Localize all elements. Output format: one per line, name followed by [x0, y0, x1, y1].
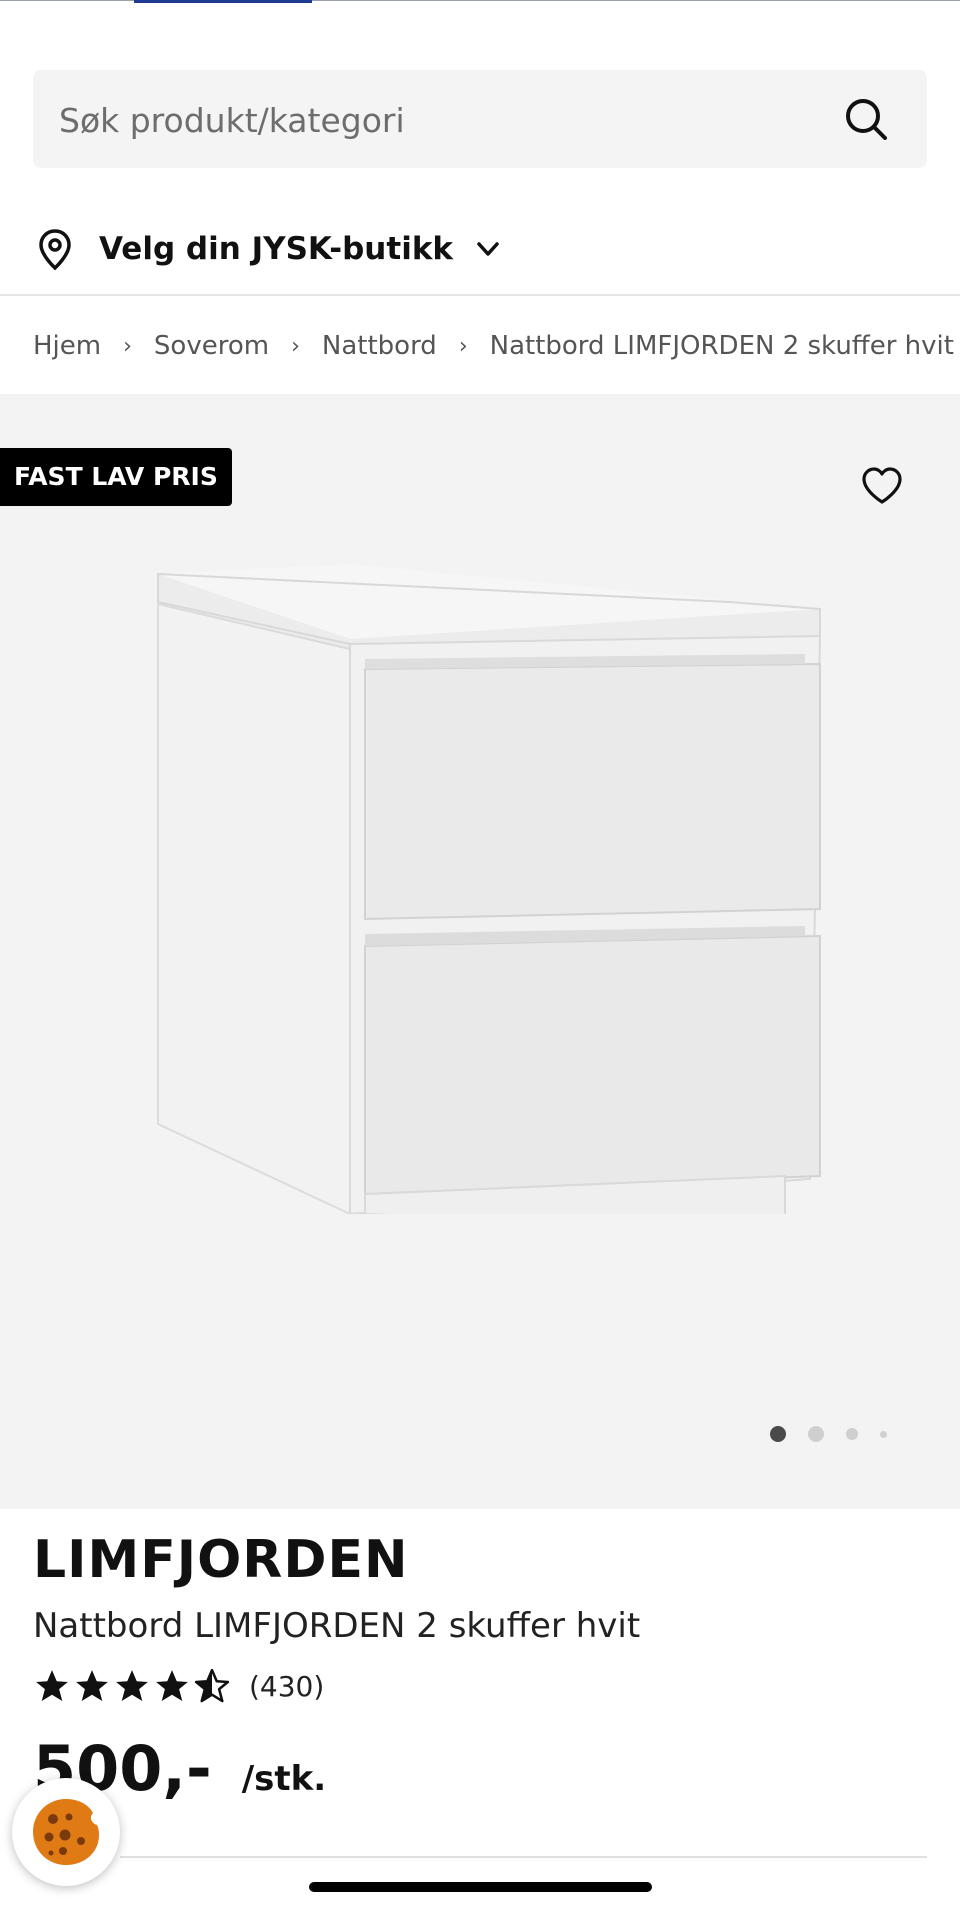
carousel-indicators[interactable]	[770, 1426, 909, 1442]
star-filled-icon	[156, 1670, 188, 1702]
store-selector-label: Velg din JYSK-butikk	[99, 231, 454, 267]
cookie-settings-button[interactable]	[12, 1778, 120, 1886]
product-gallery[interactable]: FAST LAV PRIS	[0, 394, 960, 1509]
carousel-dot[interactable]	[770, 1426, 786, 1442]
breadcrumb-item-soverom[interactable]: Soverom	[154, 331, 269, 361]
breadcrumb-item-nattbord[interactable]: Nattbord	[322, 331, 437, 361]
home-indicator	[309, 1882, 652, 1892]
cookie-icon	[33, 1799, 99, 1865]
search-bar[interactable]	[33, 70, 927, 170]
chevron-down-icon	[477, 242, 499, 256]
location-pin-icon	[39, 229, 71, 271]
price-badge: FAST LAV PRIS	[0, 448, 232, 506]
heart-outline-icon[interactable]	[860, 464, 904, 508]
breadcrumb-separator-icon: ›	[458, 333, 468, 359]
carousel-dot[interactable]	[808, 1426, 824, 1442]
breadcrumb-separator-icon: ›	[291, 333, 300, 359]
product-image	[157, 564, 822, 1214]
price-unit: /stk.	[241, 1759, 327, 1799]
product-rating[interactable]: (430)	[33, 1666, 324, 1706]
star-filled-icon	[36, 1670, 68, 1702]
carousel-dot[interactable]	[846, 1428, 858, 1440]
store-selector[interactable]: Velg din JYSK-butikk	[33, 222, 503, 276]
breadcrumb-item-home[interactable]: Hjem	[33, 331, 101, 361]
rating-count: (430)	[249, 1669, 325, 1703]
breadcrumb-separator-icon: ›	[123, 333, 132, 359]
star-filled-icon	[76, 1670, 108, 1702]
star-half-icon	[194, 1668, 230, 1703]
product-brand: LIMFJORDEN	[33, 1530, 409, 1590]
search-input[interactable]	[57, 70, 821, 170]
active-tab-indicator	[134, 0, 312, 3]
section-divider	[0, 294, 960, 296]
section-divider	[120, 1856, 927, 1858]
breadcrumb: Hjem › Soverom › Nattbord › Nattbord LIM…	[33, 318, 960, 374]
search-icon[interactable]	[843, 96, 889, 142]
carousel-dot[interactable]	[880, 1430, 887, 1438]
product-title: Nattbord LIMFJORDEN 2 skuffer hvit	[33, 1606, 641, 1646]
breadcrumb-item-current: Nattbord LIMFJORDEN 2 skuffer hvit	[489, 331, 954, 361]
star-filled-icon	[116, 1670, 148, 1702]
